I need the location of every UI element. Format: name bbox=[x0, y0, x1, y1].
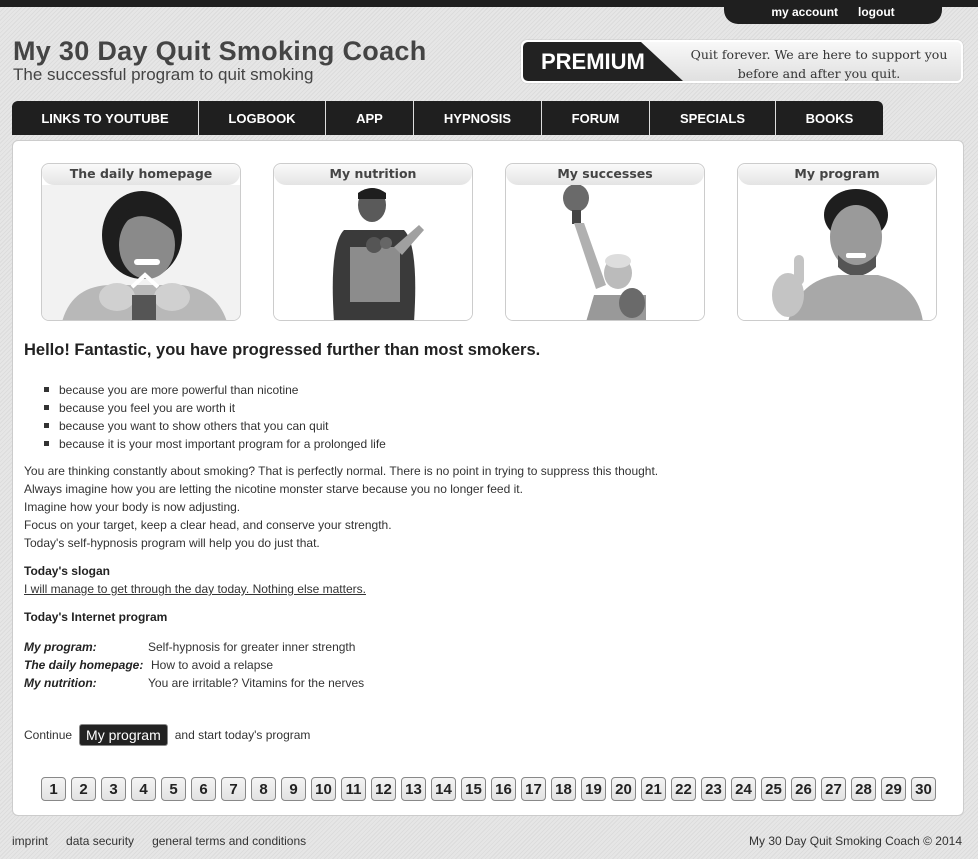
slogan-heading: Today's slogan bbox=[24, 564, 110, 578]
program-list: My program: Self-hypnosis for greater in… bbox=[24, 638, 364, 692]
nav-specials[interactable]: SPECIALS bbox=[650, 101, 776, 135]
day-button[interactable]: 30 bbox=[911, 777, 936, 801]
list-item: because it is your most important progra… bbox=[44, 435, 386, 453]
copyright: My 30 Day Quit Smoking Coach © 2014 bbox=[749, 834, 962, 848]
continue-prefix: Continue bbox=[24, 728, 73, 742]
program-row: My program: Self-hypnosis for greater in… bbox=[24, 638, 364, 656]
paragraph: Always imagine how you are letting the n… bbox=[24, 482, 523, 496]
day-button[interactable]: 14 bbox=[431, 777, 456, 801]
day-button[interactable]: 15 bbox=[461, 777, 486, 801]
day-button[interactable]: 12 bbox=[371, 777, 396, 801]
list-item: because you want to show others that you… bbox=[44, 417, 386, 435]
program-value: How to avoid a relapse bbox=[151, 658, 274, 672]
card-title: My nutrition bbox=[274, 164, 472, 185]
day-button[interactable]: 27 bbox=[821, 777, 846, 801]
paragraph: Focus on your target, keep a clear head,… bbox=[24, 518, 392, 532]
day-button[interactable]: 29 bbox=[881, 777, 906, 801]
my-program-button[interactable]: My program bbox=[80, 725, 167, 745]
internet-program-heading: Today's Internet program bbox=[24, 610, 168, 624]
site-subtitle: The successful program to quit smoking bbox=[13, 65, 314, 84]
premium-banner[interactable]: PREMIUM Quit forever. We are here to sup… bbox=[521, 40, 963, 83]
footer-links: imprint data security general terms and … bbox=[12, 834, 306, 848]
card-my-successes[interactable]: My successes bbox=[505, 163, 705, 321]
slogan-link[interactable]: I will manage to get through the day tod… bbox=[24, 582, 366, 596]
man-thumbs-up-image bbox=[738, 185, 936, 320]
card-my-nutrition[interactable]: My nutrition bbox=[273, 163, 473, 321]
day-button[interactable]: 2 bbox=[71, 777, 96, 801]
terms-link[interactable]: general terms and conditions bbox=[152, 834, 306, 848]
day-button[interactable]: 10 bbox=[311, 777, 336, 801]
premium-text-line: before and after you quit. bbox=[737, 66, 901, 81]
day-button[interactable]: 20 bbox=[611, 777, 636, 801]
list-item: because you are more powerful than nicot… bbox=[44, 381, 386, 399]
program-key: My nutrition: bbox=[24, 676, 97, 690]
day-button[interactable]: 17 bbox=[521, 777, 546, 801]
premium-badge: PREMIUM bbox=[523, 42, 683, 81]
day-button[interactable]: 1 bbox=[41, 777, 66, 801]
feature-cards: The daily homepage My nutrition My succe… bbox=[41, 163, 937, 321]
day-button[interactable]: 16 bbox=[491, 777, 516, 801]
woman-with-boxing-gloves-image bbox=[506, 185, 704, 320]
day-button[interactable]: 28 bbox=[851, 777, 876, 801]
continue-suffix: and start today's program bbox=[174, 728, 311, 742]
premium-text: Quit forever. We are here to support you… bbox=[683, 45, 955, 81]
continue-row: Continue My program and start today's pr… bbox=[24, 725, 310, 745]
card-my-program[interactable]: My program bbox=[737, 163, 937, 321]
day-button[interactable]: 19 bbox=[581, 777, 606, 801]
day-selector: 1 2 3 4 5 6 7 8 9 10 11 12 13 14 15 16 17 18 19 20 21 22 23 24 2… bbox=[41, 777, 936, 801]
man-with-grocery-bag-image bbox=[274, 185, 472, 320]
day-button[interactable]: 3 bbox=[101, 777, 126, 801]
program-value: You are irritable? Vitamins for the nerv… bbox=[148, 676, 365, 690]
day-button[interactable]: 11 bbox=[341, 777, 366, 801]
day-button[interactable]: 24 bbox=[731, 777, 756, 801]
day-button[interactable]: 18 bbox=[551, 777, 576, 801]
day-button[interactable]: 25 bbox=[761, 777, 786, 801]
day-button[interactable]: 23 bbox=[701, 777, 726, 801]
day-button[interactable]: 9 bbox=[281, 777, 306, 801]
nav-books[interactable]: BOOKS bbox=[776, 101, 883, 135]
nav-app[interactable]: APP bbox=[326, 101, 414, 135]
nav-forum[interactable]: FORUM bbox=[542, 101, 650, 135]
paragraph: Imagine how your body is now adjusting. bbox=[24, 500, 241, 514]
card-title: My program bbox=[738, 164, 936, 185]
nav-hypnosis[interactable]: HYPNOSIS bbox=[414, 101, 542, 135]
data-security-link[interactable]: data security bbox=[66, 834, 134, 848]
program-row: My nutrition: You are irritable? Vitamin… bbox=[24, 674, 364, 692]
program-value: Self-hypnosis for greater inner strength bbox=[148, 640, 356, 654]
logout-link[interactable]: logout bbox=[858, 5, 895, 19]
day-button[interactable]: 26 bbox=[791, 777, 816, 801]
paragraph: Today's self-hypnosis program will help … bbox=[24, 536, 320, 550]
program-row: The daily homepage: How to avoid a relap… bbox=[24, 656, 364, 674]
program-key: My program: bbox=[24, 640, 97, 654]
list-item: because you feel you are worth it bbox=[44, 399, 386, 417]
site-title[interactable]: My 30 Day Quit Smoking Coach bbox=[13, 36, 427, 67]
woman-breaking-cigarette-image bbox=[42, 185, 240, 320]
premium-text-line: Quit forever. We are here to support you bbox=[690, 47, 948, 62]
program-key: The daily homepage: bbox=[24, 658, 144, 672]
day-button[interactable]: 22 bbox=[671, 777, 696, 801]
day-button[interactable]: 21 bbox=[641, 777, 666, 801]
imprint-link[interactable]: imprint bbox=[12, 834, 48, 848]
day-button[interactable]: 6 bbox=[191, 777, 216, 801]
paragraph: You are thinking constantly about smokin… bbox=[24, 464, 659, 478]
encouragement-text: You are thinking constantly about smokin… bbox=[24, 462, 658, 552]
reasons-list: because you are more powerful than nicot… bbox=[44, 381, 386, 453]
card-title: My successes bbox=[506, 164, 704, 185]
nav-logbook[interactable]: LOGBOOK bbox=[199, 101, 326, 135]
nav-links-to-youtube[interactable]: LINKS TO YOUTUBE bbox=[12, 101, 199, 135]
day-button[interactable]: 8 bbox=[251, 777, 276, 801]
day-button[interactable]: 5 bbox=[161, 777, 186, 801]
page-headline: Hello! Fantastic, you have progressed fu… bbox=[24, 341, 541, 359]
card-daily-homepage[interactable]: The daily homepage bbox=[41, 163, 241, 321]
day-button[interactable]: 4 bbox=[131, 777, 156, 801]
account-menu: my account logout bbox=[724, 0, 942, 24]
day-button[interactable]: 7 bbox=[221, 777, 246, 801]
my-account-link[interactable]: my account bbox=[771, 5, 838, 19]
main-nav: LINKS TO YOUTUBE LOGBOOK APP HYPNOSIS FO… bbox=[12, 101, 883, 135]
card-title: The daily homepage bbox=[42, 164, 240, 185]
day-button[interactable]: 13 bbox=[401, 777, 426, 801]
main-content: The daily homepage My nutrition My succe… bbox=[12, 140, 964, 816]
